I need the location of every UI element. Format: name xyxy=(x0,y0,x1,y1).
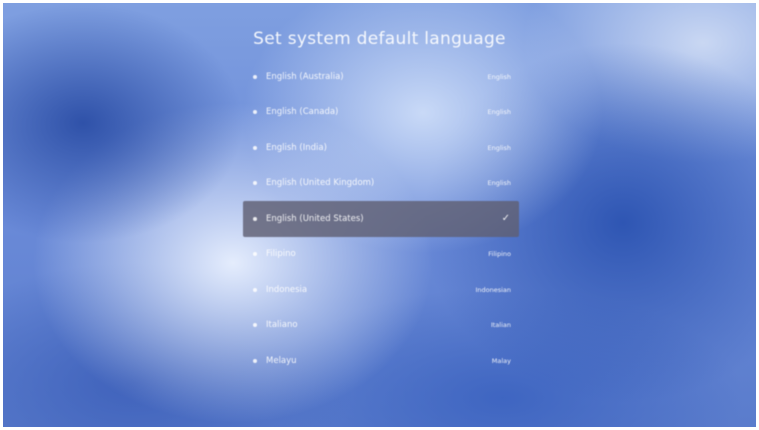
language-option-english-india[interactable]: English (India) English xyxy=(243,130,519,166)
language-native-name: English xyxy=(487,179,511,188)
language-label: English (United Kingdom) xyxy=(266,178,375,189)
language-list: English (Australia) English English (Can… xyxy=(243,59,519,379)
language-native-name: Italian xyxy=(490,321,511,330)
language-option-melayu[interactable]: Melayu Malay xyxy=(243,343,519,379)
language-option-english-us[interactable]: English (United States) ✓ xyxy=(243,201,519,237)
language-label: Italiano xyxy=(266,320,298,331)
bullet-dot-icon xyxy=(253,110,257,115)
language-option-italiano[interactable]: Italiano Italian xyxy=(243,308,519,344)
bullet-dot-icon xyxy=(253,145,257,150)
bullet-dot-icon xyxy=(253,181,257,186)
language-native-name: Malay xyxy=(491,356,511,365)
language-label: Filipino xyxy=(266,249,296,260)
check-icon: ✓ xyxy=(501,213,510,225)
language-native-name: English xyxy=(487,143,511,152)
language-native-name: Filipino xyxy=(488,250,511,259)
bullet-dot-icon xyxy=(253,287,257,292)
bullet-dot-icon xyxy=(253,358,257,363)
language-option-english-australia[interactable]: English (Australia) English xyxy=(243,59,519,95)
language-native-name: Indonesian xyxy=(475,285,511,294)
language-option-english-uk[interactable]: English (United Kingdom) English xyxy=(243,166,519,202)
language-option-english-canada[interactable]: English (Canada) English xyxy=(243,95,519,131)
language-label: English (Canada) xyxy=(266,107,339,118)
language-native-name: English xyxy=(487,72,511,81)
language-label: English (United States) xyxy=(266,213,364,224)
language-option-filipino[interactable]: Filipino Filipino xyxy=(243,237,519,273)
page-title: Set system default language xyxy=(253,29,506,49)
language-label: English (Australia) xyxy=(266,71,344,82)
bullet-dot-icon xyxy=(253,74,257,79)
bullet-dot-icon xyxy=(253,216,257,221)
bullet-dot-icon xyxy=(253,323,257,328)
language-option-indonesia[interactable]: Indonesia Indonesian xyxy=(243,272,519,308)
bullet-dot-icon xyxy=(253,252,257,257)
language-label: English (India) xyxy=(266,142,327,153)
language-label: Indonesia xyxy=(266,284,308,295)
tv-screen: Set system default language English (Aus… xyxy=(3,3,756,427)
language-label: Melayu xyxy=(266,355,297,366)
language-native-name: English xyxy=(487,108,511,117)
